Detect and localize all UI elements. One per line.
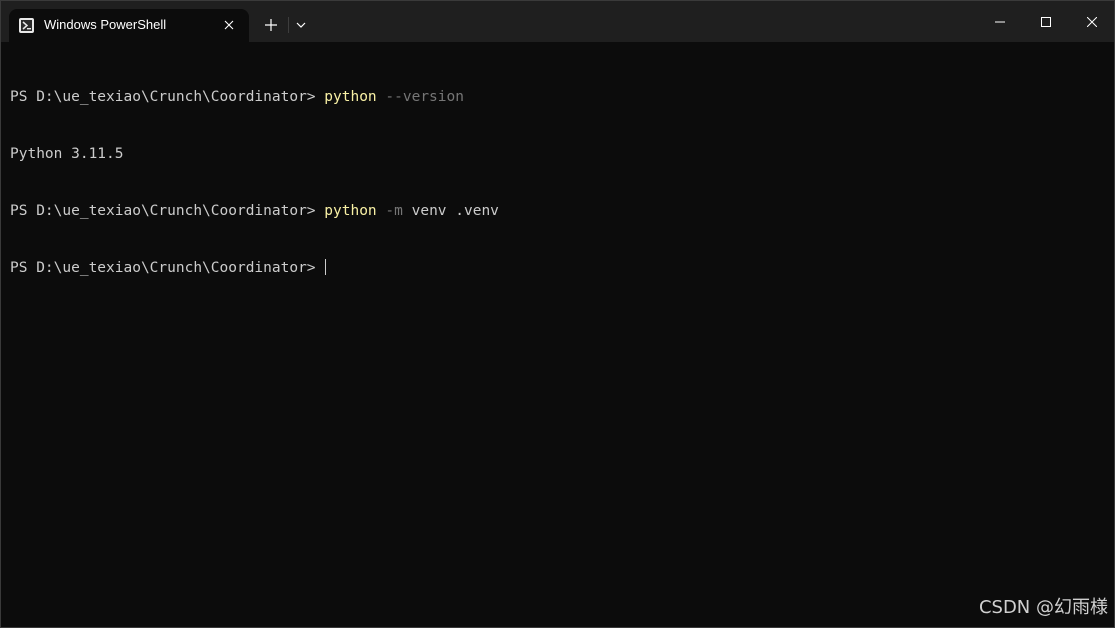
close-icon xyxy=(224,20,234,30)
minimize-button[interactable] xyxy=(977,1,1023,42)
watermark: CSDN @幻雨様 xyxy=(978,597,1108,618)
tab-separator xyxy=(288,17,289,33)
close-icon xyxy=(1087,16,1097,27)
arguments: venv .venv xyxy=(402,203,499,219)
parameter: --version xyxy=(385,89,464,105)
terminal-line-active[interactable]: PS D:\ue_texiao\Crunch\Coordinator> xyxy=(10,259,1100,278)
maximize-icon xyxy=(1041,16,1051,27)
prompt: PS D:\ue_texiao\Crunch\Coordinator> xyxy=(10,89,325,105)
close-tab-button[interactable] xyxy=(219,15,239,35)
terminal-line: PS D:\ue_texiao\Crunch\Coordinator> pyth… xyxy=(10,88,1100,107)
terminal-line: PS D:\ue_texiao\Crunch\Coordinator> pyth… xyxy=(10,202,1100,221)
tab-title: Windows PowerShell xyxy=(44,17,167,32)
parameter: -m xyxy=(385,203,403,219)
prompt: PS D:\ue_texiao\Crunch\Coordinator> xyxy=(10,260,325,276)
prompt: PS D:\ue_texiao\Crunch\Coordinator> xyxy=(10,203,325,219)
terminal-line: Python 3.11.5 xyxy=(10,145,1100,164)
plus-icon xyxy=(265,19,277,31)
text-cursor xyxy=(325,259,327,275)
title-bar[interactable]: Windows PowerShell xyxy=(1,1,1114,42)
terminal-window: Windows PowerShell PS D:\ue_texiao\Crunc… xyxy=(0,0,1115,628)
new-tab-button[interactable] xyxy=(259,14,283,36)
command: python xyxy=(324,203,377,219)
maximize-button[interactable] xyxy=(1023,1,1069,42)
powershell-icon xyxy=(19,18,34,33)
output-text: Python 3.11.5 xyxy=(10,146,124,162)
chevron-down-icon xyxy=(296,22,306,28)
command: python xyxy=(324,89,377,105)
close-window-button[interactable] xyxy=(1069,1,1115,42)
tab-windows-powershell[interactable]: Windows PowerShell xyxy=(9,9,249,42)
profile-dropdown-button[interactable] xyxy=(291,14,311,36)
minimize-icon xyxy=(995,21,1005,22)
terminal-output[interactable]: PS D:\ue_texiao\Crunch\Coordinator> pyth… xyxy=(10,50,1100,610)
